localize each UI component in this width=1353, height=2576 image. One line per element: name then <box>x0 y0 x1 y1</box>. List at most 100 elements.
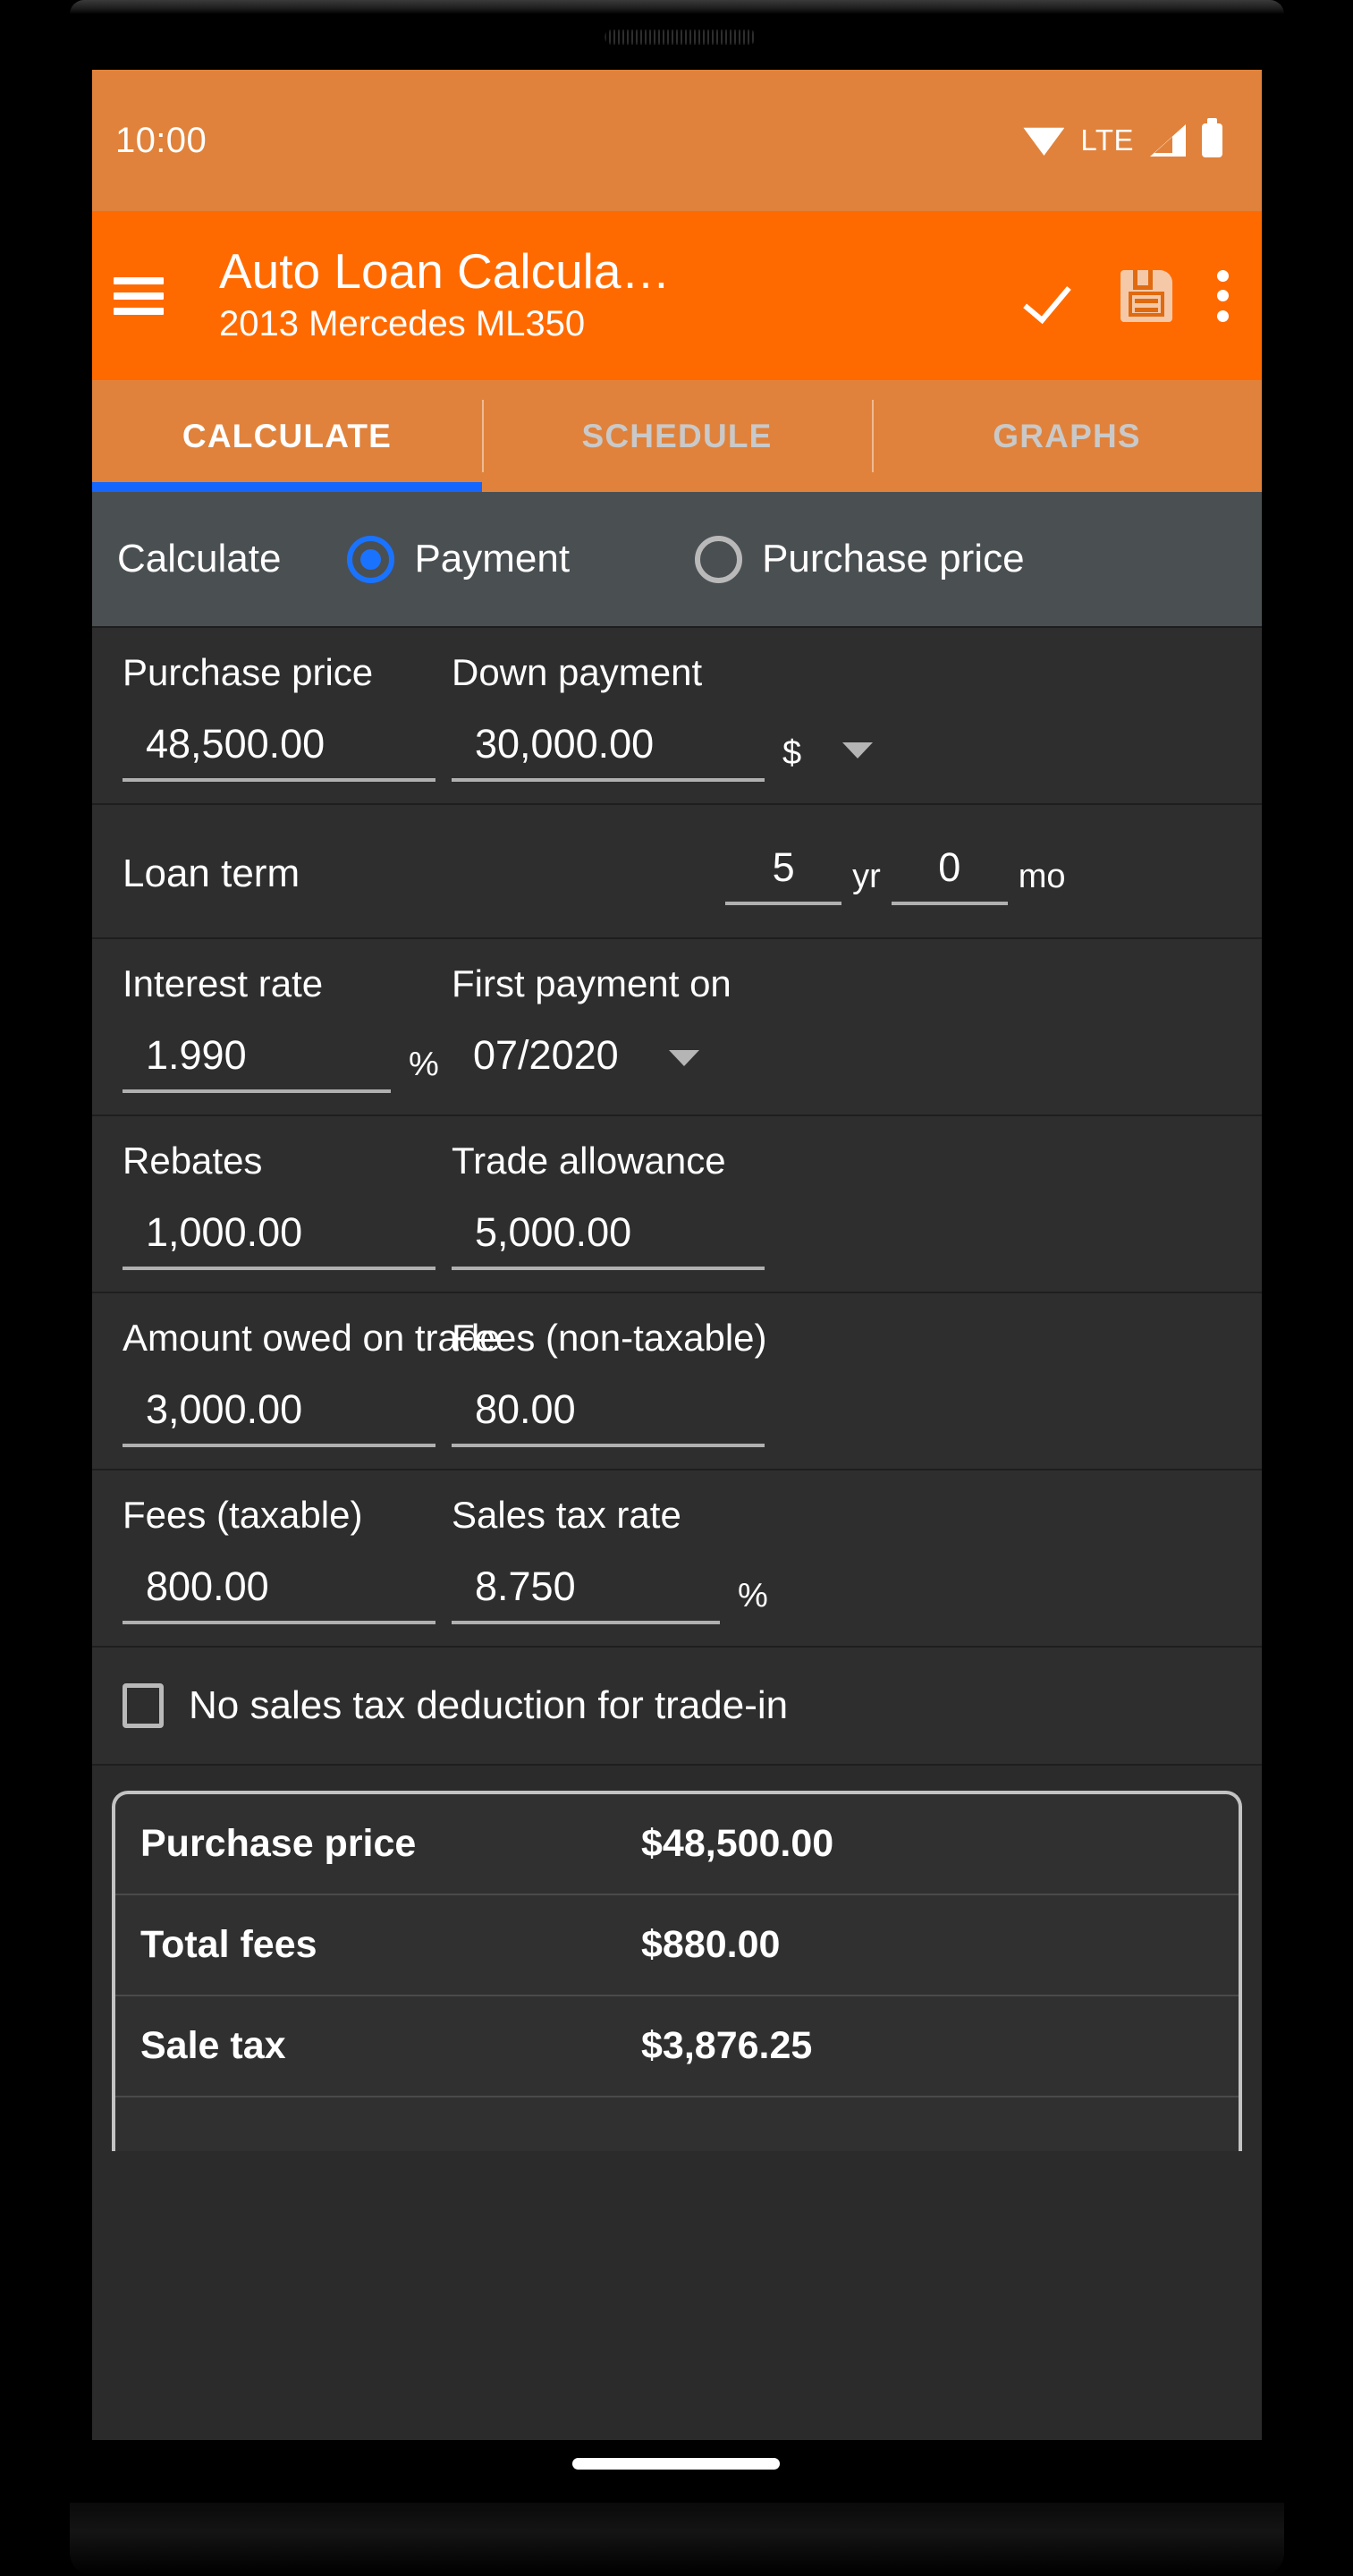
input-rebates[interactable]: 1,000.00 <box>123 1209 435 1270</box>
field-trade-allowance: Trade allowance 5,000.00 <box>452 1140 765 1270</box>
table-row: Purchase price $48,500.00 <box>115 1794 1239 1895</box>
row-owed-feesnontax: Amount owed on trade 3,000.00 Fees (non-… <box>92 1293 1262 1470</box>
field-fees-non-taxable: Fees (non-taxable) 80.00 <box>452 1317 767 1447</box>
field-amount-owed-on-trade: Amount owed on trade 3,000.00 <box>123 1317 501 1447</box>
save-icon-shutter <box>1133 269 1153 290</box>
row-rate-firstpayment: Interest rate 1.990 % First payment on 0… <box>92 939 1262 1116</box>
lte-label: LTE <box>1080 123 1134 157</box>
confirm-check-icon[interactable] <box>1027 271 1078 321</box>
app-bar: Auto Loan Calcula… 2013 Mercedes ML350 <box>92 211 1262 380</box>
label-first-payment: First payment on <box>452 962 731 1004</box>
overflow-dot <box>1216 269 1229 282</box>
summary-label-sale-tax: Sale tax <box>140 2024 286 2067</box>
battery-icon <box>1202 118 1222 157</box>
app-bar-actions <box>1027 269 1230 322</box>
label-down-payment: Down payment <box>452 651 703 693</box>
summary-label-total-fees: Total fees <box>140 1923 317 1966</box>
summary-card: Purchase price $48,500.00 Total fees $88… <box>112 1791 1242 2151</box>
tab-active-indicator <box>92 482 482 492</box>
unit-sales-tax-rate: % <box>738 1577 768 1614</box>
tab-schedule[interactable]: SCHEDULE <box>482 380 872 492</box>
save-icon[interactable] <box>1120 269 1172 322</box>
input-loan-term-years[interactable]: 5 <box>725 844 842 905</box>
earpiece-speaker-grille <box>605 30 757 45</box>
label-loan-term: Loan term <box>123 852 300 895</box>
radio-button-payment[interactable] <box>347 535 395 583</box>
label-no-sales-tax-deduction: No sales tax deduction for trade-in <box>189 1683 789 1727</box>
label-fees-taxable: Fees (taxable) <box>123 1494 363 1536</box>
chevron-down-icon[interactable] <box>668 1050 699 1066</box>
status-bar: 10:00 LTE <box>92 70 1262 211</box>
overflow-dot <box>1216 309 1229 322</box>
hamburger-bar <box>114 307 164 315</box>
table-row: Total fees $880.00 <box>115 1895 1239 1996</box>
page-title: Auto Loan Calcula… <box>219 242 671 299</box>
hamburger-bar <box>114 292 164 300</box>
unit-interest-rate: % <box>409 1046 439 1083</box>
radio-label-purchase-price: Purchase price <box>762 537 1025 580</box>
summary-value-total-fees: $880.00 <box>641 1923 781 1966</box>
field-first-payment: First payment on 07/2020 <box>452 962 731 1093</box>
field-rebates: Rebates 1,000.00 <box>123 1140 452 1270</box>
hamburger-bar <box>114 276 164 284</box>
calculate-mode-row: Calculate Payment Purchase price <box>92 492 1262 628</box>
tab-graphs[interactable]: GRAPHS <box>872 380 1262 492</box>
label-sales-tax-rate: Sales tax rate <box>452 1494 681 1536</box>
label-trade-allowance: Trade allowance <box>452 1140 726 1182</box>
app-bar-title-group: Auto Loan Calcula… 2013 Mercedes ML350 <box>219 242 671 346</box>
input-purchase-price[interactable]: 48,500.00 <box>123 721 435 782</box>
row-rebates-trade: Rebates 1,000.00 Trade allowance 5,000.0… <box>92 1116 1262 1293</box>
table-row: Sale tax $3,876.25 <box>115 1996 1239 2097</box>
input-amount-owed-on-trade[interactable]: 3,000.00 <box>123 1386 435 1447</box>
row-no-sales-tax-deduction[interactable]: No sales tax deduction for trade-in <box>92 1648 1262 1766</box>
calculate-mode-label: Calculate <box>117 537 282 580</box>
tab-calculate[interactable]: CALCULATE <box>92 380 482 492</box>
label-amount-owed-on-trade: Amount owed on trade <box>123 1317 501 1359</box>
chevron-down-icon[interactable] <box>842 742 874 758</box>
label-purchase-price: Purchase price <box>123 651 374 693</box>
input-trade-allowance[interactable]: 5,000.00 <box>452 1209 765 1270</box>
radio-label-payment: Payment <box>414 537 571 580</box>
label-fees-non-taxable: Fees (non-taxable) <box>452 1317 767 1359</box>
page-subtitle: 2013 Mercedes ML350 <box>219 304 586 344</box>
input-loan-term-months[interactable]: 0 <box>891 844 1008 905</box>
unit-loan-term-years: yr <box>852 858 881 895</box>
label-interest-rate: Interest rate <box>123 962 324 1004</box>
row-price-downpayment: Purchase price 48,500.00 Down payment 30… <box>92 628 1262 805</box>
phone-screen: 10:00 LTE Auto Loan Calcula… 2013 Merced… <box>92 70 1262 2440</box>
hamburger-menu-icon[interactable] <box>114 276 164 315</box>
label-rebates: Rebates <box>123 1140 263 1182</box>
summary-value-purchase-price: $48,500.00 <box>641 1822 834 1865</box>
field-interest-rate: Interest rate 1.990 % <box>123 962 452 1093</box>
overflow-menu-icon[interactable] <box>1215 269 1230 322</box>
signal-icon <box>1150 124 1186 157</box>
gesture-navigation-bar[interactable] <box>572 2458 780 2470</box>
input-fees-taxable[interactable]: 800.00 <box>123 1563 435 1624</box>
overflow-dot <box>1216 290 1229 301</box>
field-sales-tax-rate: Sales tax rate 8.750 % <box>452 1494 768 1624</box>
status-bar-icons: LTE <box>1023 118 1222 157</box>
phone-device-frame: 10:00 LTE Auto Loan Calcula… 2013 Merced… <box>0 0 1353 2576</box>
wifi-icon <box>1023 127 1065 156</box>
row-loan-term: Loan term 5 yr 0 mo <box>92 805 1262 939</box>
input-interest-rate[interactable]: 1.990 <box>123 1032 391 1093</box>
save-icon-label <box>1129 291 1164 317</box>
device-bottom-bezel <box>70 2503 1284 2576</box>
input-sales-tax-rate[interactable]: 8.750 <box>452 1563 720 1624</box>
field-fees-taxable: Fees (taxable) 800.00 <box>123 1494 452 1624</box>
radio-button-purchase-price[interactable] <box>695 535 743 583</box>
table-row-partial <box>115 2097 1239 2151</box>
input-first-payment-date[interactable]: 07/2020 <box>452 1032 619 1079</box>
input-fees-non-taxable[interactable]: 80.00 <box>452 1386 765 1447</box>
tab-bar: CALCULATE SCHEDULE GRAPHS <box>92 380 1262 492</box>
unit-down-payment: $ <box>782 734 802 772</box>
radio-option-purchase-price[interactable]: Purchase price <box>695 535 1025 583</box>
row-feestax-salestax: Fees (taxable) 800.00 Sales tax rate 8.7… <box>92 1470 1262 1648</box>
input-down-payment[interactable]: 30,000.00 <box>452 721 765 782</box>
field-purchase-price: Purchase price 48,500.00 <box>123 651 452 782</box>
field-down-payment: Down payment 30,000.00 $ <box>452 651 874 782</box>
summary-value-sale-tax: $3,876.25 <box>641 2024 813 2067</box>
checkbox-no-sales-tax-deduction[interactable] <box>123 1683 164 1728</box>
unit-loan-term-months: mo <box>1018 858 1066 895</box>
radio-option-payment[interactable]: Payment <box>347 535 571 583</box>
